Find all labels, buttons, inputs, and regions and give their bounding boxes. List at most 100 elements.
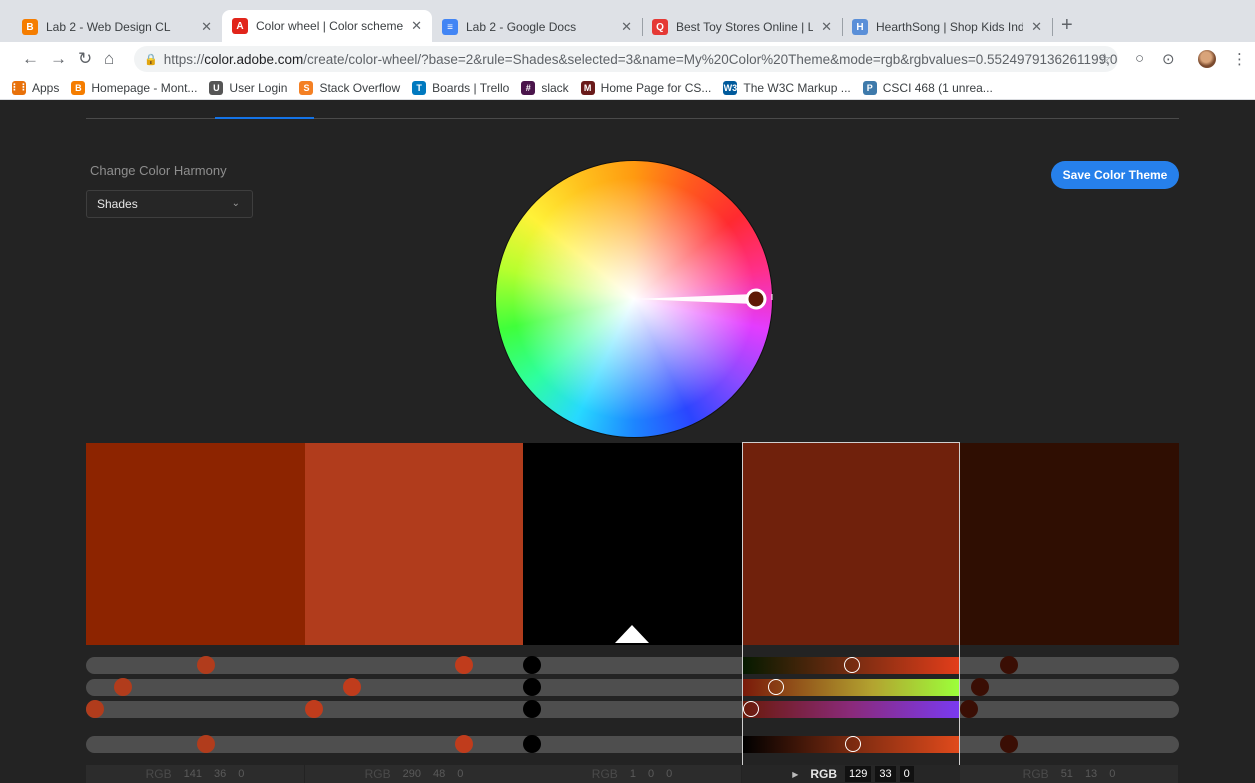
- close-icon[interactable]: ✕: [821, 19, 832, 35]
- slider-knob[interactable]: [343, 678, 361, 696]
- close-icon[interactable]: ✕: [621, 19, 632, 35]
- bookmark-homepage[interactable]: B Homepage - Mont...: [71, 80, 197, 95]
- star-icon[interactable]: ☆: [1098, 50, 1111, 68]
- extension-icon[interactable]: ⊙: [1162, 50, 1175, 68]
- reload-icon[interactable]: ↻: [78, 49, 92, 69]
- save-color-theme-button[interactable]: Save Color Theme: [1051, 161, 1179, 189]
- slider-knob[interactable]: [523, 678, 541, 696]
- tab-title: Color wheel | Color schemes -: [256, 19, 404, 33]
- slider-knob[interactable]: [960, 700, 978, 718]
- rgb-r-input[interactable]: 290: [399, 766, 425, 782]
- slider-knob-selected[interactable]: [845, 736, 861, 752]
- slider-knob[interactable]: [971, 678, 989, 696]
- slider-knob-selected[interactable]: [743, 701, 759, 717]
- slider-knob[interactable]: [114, 678, 132, 696]
- tab-lab2-web-design[interactable]: B Lab 2 - Web Design CL ✕: [12, 12, 222, 42]
- tab-lovetoy[interactable]: Q Best Toy Stores Online | LoveT ✕: [642, 12, 842, 42]
- bookmark-csci468[interactable]: P CSCI 468 (1 unrea...: [862, 80, 993, 95]
- slider-knob[interactable]: [1000, 656, 1018, 674]
- swatch-5[interactable]: [960, 443, 1179, 645]
- swatch-1[interactable]: [86, 443, 305, 645]
- bookmark-label: User Login: [229, 80, 288, 95]
- slider-green[interactable]: [86, 679, 1179, 696]
- bookmark-trello[interactable]: T Boards | Trello: [412, 80, 509, 95]
- new-tab-icon[interactable]: +: [1061, 14, 1073, 37]
- bookmark-label: CSCI 468 (1 unrea...: [882, 80, 993, 95]
- rgb-label: RGB: [591, 767, 618, 781]
- wheel-pointer: [634, 294, 754, 304]
- harmony-label: Change Color Harmony: [90, 163, 227, 178]
- bookmark-label: The W3C Markup ...: [743, 80, 851, 95]
- bookmark-w3c[interactable]: W3 The W3C Markup ...: [723, 80, 851, 95]
- slider-knob[interactable]: [197, 656, 215, 674]
- rgb-b-input[interactable]: 0: [234, 766, 248, 782]
- rgb-g-input[interactable]: 36: [210, 766, 230, 782]
- rgb-b-input[interactable]: 0: [662, 766, 676, 782]
- tab-hearthsong[interactable]: H HearthSong | Shop Kids Indoo ✕: [842, 12, 1052, 42]
- address-bar[interactable]: 🔒 https://color.adobe.com/create/color-w…: [134, 46, 1118, 72]
- swatch-2[interactable]: [305, 443, 524, 645]
- tab-color-wheel[interactable]: A Color wheel | Color schemes - ✕: [222, 10, 432, 42]
- harmony-select[interactable]: Shades ⌄: [86, 190, 253, 218]
- bookmark-label: Home Page for CS...: [600, 80, 712, 95]
- slider-knob-selected[interactable]: [844, 657, 860, 673]
- rgb-readout-5: RGB 51 13 0: [960, 765, 1178, 783]
- slider-knob[interactable]: [305, 700, 323, 718]
- slider-knob[interactable]: [523, 656, 541, 674]
- color-wheel-page: Change Color Harmony Shades ⌄ Save Color…: [0, 101, 1255, 783]
- slider-knob[interactable]: [197, 735, 215, 753]
- lock-icon[interactable]: 🔒: [144, 53, 158, 66]
- profile-avatar[interactable]: [1198, 50, 1216, 68]
- bookmark-apps[interactable]: ⋮⋮ Apps: [10, 80, 60, 95]
- rgb-g-input[interactable]: 48: [429, 766, 449, 782]
- slider-blue[interactable]: [86, 701, 1179, 718]
- adobe-icon: A: [232, 18, 248, 34]
- google-docs-icon: ≡: [442, 19, 458, 35]
- tab-title: Lab 2 - Google Docs: [466, 20, 577, 34]
- bookmark-label: Apps: [32, 80, 60, 95]
- bookmark-user-login[interactable]: U User Login: [209, 80, 288, 95]
- expand-caret-icon[interactable]: ▶: [788, 768, 802, 781]
- rgb-g-input[interactable]: 33: [875, 766, 896, 782]
- slider-knob[interactable]: [523, 700, 541, 718]
- slider-knob[interactable]: [455, 735, 473, 753]
- slider-knob[interactable]: [86, 700, 104, 718]
- extension-circle-icon[interactable]: ○: [1135, 50, 1144, 67]
- slider-knob[interactable]: [1000, 735, 1018, 753]
- rgb-b-input[interactable]: 0: [899, 766, 914, 782]
- rgb-r-input[interactable]: 129: [845, 766, 872, 782]
- close-icon[interactable]: ✕: [411, 18, 422, 34]
- rgb-label: RGB: [145, 767, 172, 781]
- chevron-down-icon: ⌄: [231, 198, 240, 209]
- home-icon[interactable]: ⌂: [104, 49, 114, 69]
- slack-icon: #: [521, 80, 536, 95]
- selected-blue-track[interactable]: [743, 701, 959, 718]
- tab-title: Lab 2 - Web Design CL: [46, 20, 171, 34]
- close-icon[interactable]: ✕: [1031, 19, 1042, 35]
- rgb-r-input[interactable]: 1: [626, 766, 640, 782]
- bookmark-slack[interactable]: # slack: [521, 80, 569, 95]
- menu-kebab-icon[interactable]: ⋮: [1232, 50, 1247, 68]
- slider-knob[interactable]: [523, 735, 541, 753]
- slider-knob[interactable]: [455, 656, 473, 674]
- rgb-b-input[interactable]: 0: [453, 766, 467, 782]
- montana-m-icon: M: [580, 80, 595, 95]
- slider-knob-selected[interactable]: [768, 679, 784, 695]
- tab-google-docs[interactable]: ≡ Lab 2 - Google Docs ✕: [432, 12, 642, 42]
- tab-title: HearthSong | Shop Kids Indoo: [876, 20, 1024, 34]
- bookmark-cs-home[interactable]: M Home Page for CS...: [580, 80, 712, 95]
- rgb-b-input[interactable]: 0: [1105, 766, 1119, 782]
- active-tab-indicator: [215, 117, 314, 119]
- back-arrow-icon[interactable]: ←: [22, 49, 39, 69]
- rgb-r-input[interactable]: 141: [180, 766, 206, 782]
- browser-toolbar: ← → ↻ ⌂ 🔒 https://color.adobe.com/create…: [0, 42, 1255, 76]
- rgb-g-input[interactable]: 13: [1081, 766, 1101, 782]
- forward-arrow-icon[interactable]: →: [50, 49, 67, 69]
- bookmark-label: Stack Overflow: [319, 80, 401, 95]
- rgb-r-input[interactable]: 51: [1057, 766, 1077, 782]
- swatch-3-base[interactable]: [523, 443, 742, 645]
- swatch-4-selected[interactable]: [742, 443, 961, 645]
- rgb-g-input[interactable]: 0: [644, 766, 658, 782]
- close-icon[interactable]: ✕: [201, 19, 212, 35]
- bookmark-stackoverflow[interactable]: S Stack Overflow: [299, 80, 401, 95]
